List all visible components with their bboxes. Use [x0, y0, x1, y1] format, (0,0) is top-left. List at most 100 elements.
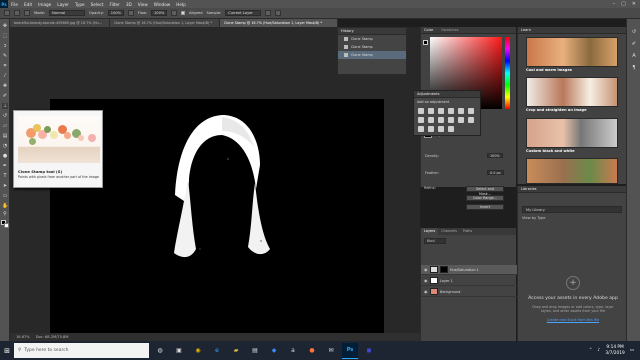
marquee-tool-icon[interactable]: ⬚ — [2, 33, 8, 39]
pen-tool-icon[interactable]: ✒ — [2, 163, 8, 169]
menu-view[interactable]: View — [135, 2, 151, 7]
close-icon[interactable]: ✕ — [632, 1, 636, 7]
sample-dropdown[interactable]: Current Layer — [225, 10, 262, 16]
brushes-panel-icon[interactable]: ✐ — [631, 41, 637, 47]
density-value[interactable]: 100% — [487, 153, 503, 158]
blur-tool-icon[interactable]: ◔ — [2, 143, 8, 149]
microphone-icon[interactable]: ◍ — [152, 343, 168, 359]
history-row[interactable]: Clone Stamp — [338, 35, 406, 43]
zoom-level[interactable]: 16.67% — [16, 335, 30, 339]
brush-panel-icon[interactable] — [24, 10, 30, 16]
tab-color[interactable]: Color — [424, 28, 433, 32]
menu-layer[interactable]: Layer — [54, 2, 72, 7]
color-balance-icon[interactable] — [418, 117, 424, 123]
ignore-adjustment-icon[interactable] — [265, 10, 272, 16]
doc-tab-2[interactable]: Clone Stamp @ 16.7% (Hue/Saturation 1, L… — [110, 19, 220, 27]
healing-brush-tool-icon[interactable]: ✚ — [2, 83, 8, 89]
select-and-mask-button[interactable]: Select and Mask... — [466, 186, 504, 196]
history-row-selected[interactable]: Clone Stamp — [338, 51, 406, 59]
chrome-icon[interactable]: ◉ — [190, 343, 206, 359]
eraser-tool-icon[interactable]: ▱ — [2, 123, 8, 129]
tab-channels[interactable]: Channels — [438, 228, 460, 235]
tab-paths[interactable]: Paths — [460, 228, 475, 235]
eye-icon[interactable]: ◉ — [424, 289, 428, 294]
view-by-dropdown[interactable]: View by Type — [522, 216, 545, 220]
layer-row-background[interactable]: ◉ Background — [421, 287, 517, 297]
aligned-checkbox[interactable] — [181, 11, 186, 15]
layer-row-layer1[interactable]: ◉ Layer 1 — [421, 276, 517, 286]
shape-tool-icon[interactable]: ▭ — [2, 193, 8, 199]
foreground-swatch[interactable] — [423, 40, 428, 45]
invert-icon[interactable] — [468, 117, 474, 123]
layer-row-hue-saturation[interactable]: ◉ Hue/Saturation 1 — [421, 265, 517, 275]
threshold-icon[interactable] — [428, 126, 434, 132]
task-view-icon[interactable]: ▣ — [171, 343, 187, 359]
dropbox-icon[interactable]: ◆ — [266, 343, 282, 359]
pressure-size-icon[interactable] — [275, 10, 282, 16]
flow-field[interactable]: 100% — [151, 10, 168, 16]
paragraph-panel-icon[interactable]: ¶ — [631, 65, 637, 71]
store-icon[interactable]: ▤ — [247, 343, 263, 359]
character-panel-icon[interactable]: A — [631, 53, 637, 59]
crop-tool-icon[interactable]: ⌗ — [2, 63, 8, 69]
type-tool-icon[interactable]: T — [2, 173, 8, 179]
menu-filter[interactable]: Filter — [106, 2, 122, 7]
notifications-icon[interactable]: ▭ — [630, 348, 634, 353]
learn-card-image[interactable] — [526, 158, 618, 184]
hue-saturation-icon[interactable] — [468, 108, 474, 114]
eye-icon[interactable]: ◉ — [424, 278, 428, 283]
color-lookup-icon[interactable] — [458, 117, 464, 123]
gradient-tool-icon[interactable]: ▤ — [2, 133, 8, 139]
mode-dropdown[interactable]: Normal — [49, 10, 86, 16]
volume-icon[interactable]: ♪ — [598, 348, 601, 353]
feather-value[interactable]: 0.0 px — [487, 170, 504, 175]
hand-tool-icon[interactable]: ✋ — [2, 203, 8, 209]
airbrush-icon[interactable] — [171, 10, 178, 16]
dodge-tool-icon[interactable]: ● — [2, 153, 8, 159]
learn-card-caption[interactable]: Cool and warm images — [526, 68, 572, 72]
eye-icon[interactable]: ◉ — [424, 267, 428, 272]
clock[interactable]: 9:14 PM 3/7/2019 — [605, 345, 624, 356]
learn-card-caption[interactable]: Crop and straighten an image — [526, 108, 587, 112]
file-explorer-icon[interactable]: ▰ — [228, 343, 244, 359]
network-icon[interactable]: ⌃ — [589, 348, 593, 353]
amazon-icon[interactable]: a — [285, 343, 301, 359]
maximize-icon[interactable]: ▢ — [621, 1, 626, 7]
posterize-icon[interactable] — [418, 126, 424, 132]
learn-card-caption[interactable]: Custom black and white — [526, 149, 575, 153]
channel-mixer-icon[interactable] — [448, 117, 454, 123]
history-panel-icon[interactable]: ↺ — [631, 29, 637, 35]
menu-help[interactable]: Help — [173, 2, 189, 7]
create-stock-link[interactable]: Create new Stock from this file — [528, 318, 618, 322]
background-color-swatch[interactable] — [4, 223, 9, 228]
menu-edit[interactable]: Edit — [21, 2, 35, 7]
app-icon[interactable]: ◼ — [361, 343, 377, 359]
levels-icon[interactable] — [428, 108, 434, 114]
quick-select-tool-icon[interactable]: ✎ — [2, 53, 8, 59]
vibrance-icon[interactable] — [458, 108, 464, 114]
brush-size-icon[interactable] — [14, 10, 20, 16]
menu-type[interactable]: Type — [72, 2, 88, 7]
gradient-map-icon[interactable] — [438, 126, 444, 132]
opacity-field[interactable]: 100% — [107, 10, 124, 16]
brightness-icon[interactable] — [418, 108, 424, 114]
mail-icon[interactable]: ✉ — [323, 343, 339, 359]
hue-slider[interactable] — [505, 37, 510, 109]
windows-start-icon[interactable]: ⊞ — [0, 341, 14, 360]
learn-card-image[interactable] — [526, 37, 618, 67]
menu-window[interactable]: Window — [151, 2, 174, 7]
menu-select[interactable]: Select — [88, 2, 107, 7]
brush-tool-icon[interactable]: ✐ — [2, 93, 8, 99]
menu-3d[interactable]: 3D — [123, 2, 135, 7]
lasso-tool-icon[interactable]: ↄ — [2, 43, 8, 49]
learn-card-image[interactable] — [526, 77, 618, 107]
black-white-icon[interactable] — [428, 117, 434, 123]
color-range-button[interactable]: Color Range... — [466, 195, 504, 201]
history-brush-tool-icon[interactable]: ↺ — [2, 113, 8, 119]
clone-stamp-preset-icon[interactable] — [4, 10, 10, 16]
move-tool-icon[interactable]: ✥ — [2, 23, 8, 29]
photoshop-taskbar-icon[interactable]: Ps — [342, 342, 358, 359]
zoom-tool-icon[interactable]: ⚲ — [2, 211, 8, 217]
library-dropdown[interactable]: My Library — [522, 206, 622, 213]
clone-stamp-tool-icon[interactable]: ⊥ — [2, 103, 8, 109]
